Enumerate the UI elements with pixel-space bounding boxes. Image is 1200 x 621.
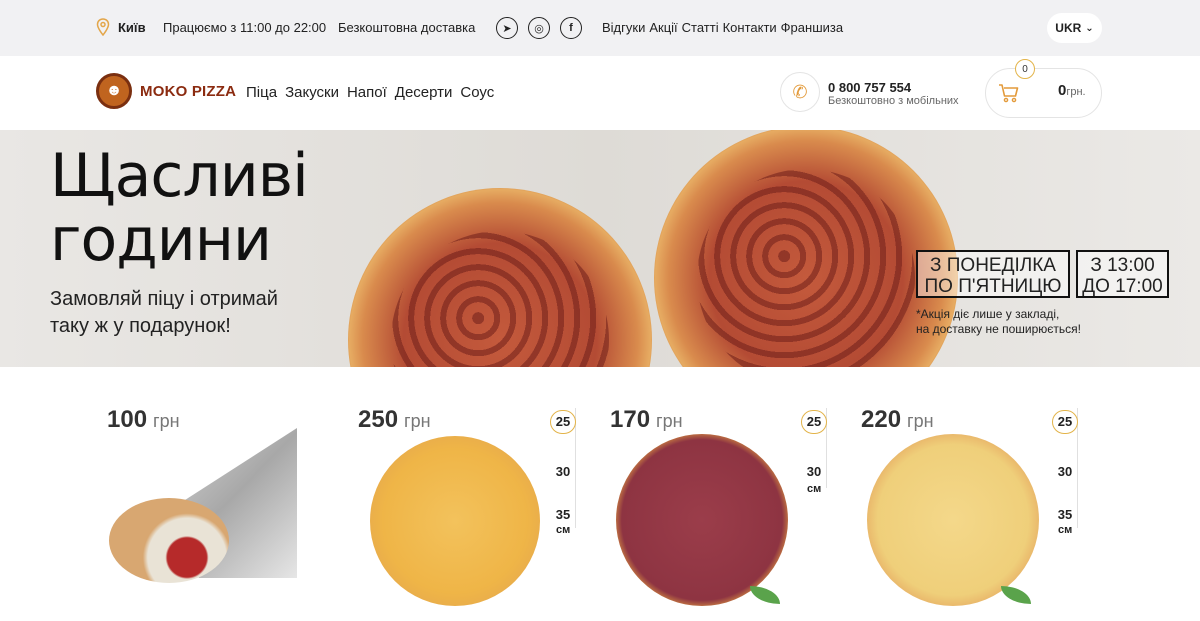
product-card[interactable]: 250 грн 25 30 35 см: [358, 400, 588, 620]
product-image: [616, 434, 788, 606]
product-card[interactable]: 170 грн 25 30 см: [610, 400, 840, 620]
link-contacts[interactable]: Контакти: [723, 20, 777, 35]
top-bar: Київ Працюємо з 11:00 до 22:00 Безкоштов…: [0, 0, 1200, 56]
link-franchise[interactable]: Франшиза: [781, 20, 843, 35]
logo[interactable]: ☻ MOKO PIZZA: [96, 73, 236, 109]
phone-icon[interactable]: ✆: [780, 72, 820, 112]
logo-text: MOKO PIZZA: [140, 82, 237, 100]
price-value: 170: [610, 406, 651, 433]
logo-mascot-icon: ☻: [96, 73, 132, 109]
phone-number[interactable]: 0 800 757 554: [828, 80, 911, 95]
banner-days-text: З ПОНЕДІЛКА ПО П'ЯТНИЦЮ: [924, 255, 1062, 297]
product-card[interactable]: 100 грн: [107, 400, 337, 620]
product-price: 220 грн: [861, 406, 934, 434]
nav-sauce[interactable]: Соус: [460, 84, 494, 101]
product-image: [867, 434, 1039, 606]
chevron-down-icon: ⌄: [1085, 22, 1094, 34]
product-image: [107, 428, 297, 608]
banner-time: З 13:00 ДО 17:00: [1076, 250, 1169, 298]
vegetarian-leaf-icon: [750, 586, 780, 604]
size-option[interactable]: 35: [550, 507, 576, 522]
social-links: ➤ ◎ f: [496, 17, 582, 39]
size-unit: см: [1058, 524, 1073, 536]
top-links: Відгуки Акції Статті Контакти Франшиза: [602, 20, 847, 35]
banner-title: Щасливі години: [50, 141, 309, 275]
link-articles[interactable]: Статті: [682, 20, 719, 35]
cart-button[interactable]: 0 0грн.: [985, 59, 1102, 118]
product-card[interactable]: 220 грн 25 30 35 см: [861, 400, 1091, 620]
working-hours: Працюємо з 11:00 до 22:00: [163, 20, 327, 35]
city-selector[interactable]: Київ: [96, 18, 146, 36]
vegetarian-leaf-icon: [1001, 586, 1031, 604]
price-currency: грн: [907, 411, 934, 431]
telegram-icon[interactable]: ➤: [496, 17, 518, 39]
promo-banner[interactable]: Щасливі години Замовляй піцу і отримай т…: [0, 130, 1200, 367]
size-selector: 25 30 35: [1052, 408, 1078, 528]
language-label: UKR: [1055, 21, 1082, 35]
link-promotions[interactable]: Акції: [649, 20, 677, 35]
language-selector[interactable]: UKR ⌄: [1047, 13, 1102, 43]
location-pin-icon: [96, 18, 110, 36]
size-unit: см: [807, 483, 822, 495]
banner-pizza-right: [654, 130, 958, 367]
size-option[interactable]: 30: [550, 464, 576, 479]
nav-desserts[interactable]: Десерти: [395, 84, 453, 101]
free-delivery-text: Безкоштовна доставка: [338, 20, 476, 35]
banner-time-text: З 13:00 ДО 17:00: [1082, 255, 1163, 297]
link-reviews[interactable]: Відгуки: [602, 20, 645, 35]
city-name[interactable]: Київ: [118, 20, 146, 35]
size-option[interactable]: 25: [1052, 410, 1078, 434]
cart-currency: грн.: [1066, 86, 1086, 98]
nav-snacks[interactable]: Закуски: [285, 84, 339, 101]
size-option[interactable]: 35: [1052, 507, 1078, 522]
size-unit: см: [556, 524, 571, 536]
price-currency: грн: [404, 411, 431, 431]
banner-days: З ПОНЕДІЛКА ПО П'ЯТНИЦЮ: [916, 250, 1070, 298]
nav-drinks[interactable]: Напої: [347, 84, 387, 101]
product-price: 170 грн: [610, 406, 683, 434]
size-option[interactable]: 25: [801, 410, 827, 434]
instagram-icon[interactable]: ◎: [528, 17, 550, 39]
size-selector: 25 30 35: [550, 408, 576, 528]
size-option[interactable]: 25: [550, 410, 576, 434]
price-currency: грн: [656, 411, 683, 431]
price-value: 220: [861, 406, 902, 433]
size-selector: 25 30: [801, 408, 827, 488]
main-header: ☻ MOKO PIZZA Піца Закуски Напої Десерти …: [0, 56, 1200, 130]
size-option[interactable]: 30: [801, 464, 827, 479]
price-value: 250: [358, 406, 399, 433]
cart-icon: [999, 84, 1019, 103]
cart-count-badge: 0: [1015, 59, 1035, 79]
banner-subtitle: Замовляй піцу і отримай таку ж у подарун…: [50, 288, 278, 337]
nav-pizza[interactable]: Піца: [246, 84, 277, 101]
main-nav: Піца Закуски Напої Десерти Соус: [246, 84, 494, 101]
product-price: 250 грн: [358, 406, 431, 434]
banner-note: *Акція діє лише у закладі, на доставку н…: [916, 307, 1081, 336]
cart-total: 0грн.: [1058, 82, 1086, 99]
size-option[interactable]: 30: [1052, 464, 1078, 479]
product-image: [370, 436, 540, 606]
phone-subtitle: Безкоштовно з мобільних: [828, 95, 959, 107]
banner-pizza-left: [348, 188, 652, 367]
facebook-icon[interactable]: f: [560, 17, 582, 39]
